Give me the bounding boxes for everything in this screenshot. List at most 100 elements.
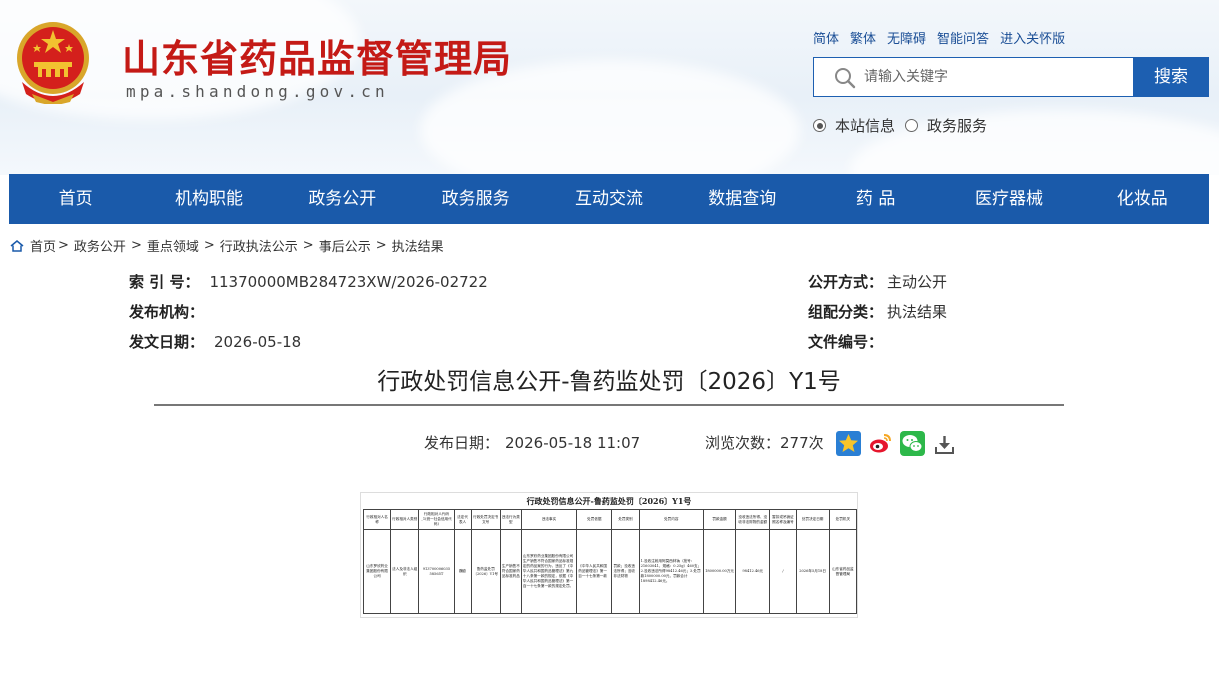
table-header-cell: 行政处罚决定书文号: [470, 509, 501, 530]
meta-public-label: 公开方式：: [808, 273, 884, 291]
nav-item-home[interactable]: 首页: [9, 174, 142, 224]
share-tools: [836, 431, 957, 456]
breadcrumb: 首页 > 政务公开 > 重点领域 > 行政执法公示 > 事后公示 > 执法结果: [10, 236, 444, 255]
breadcrumb-separator: >: [203, 238, 215, 253]
table-header-row: 行政相对人名称 行政相对人类别 行政相对人代码_1(统一社会信用代码) 法定代表…: [362, 509, 858, 530]
meta-date-value: 2026-05-18: [214, 333, 302, 351]
meta-publisher-label: 发布机构：: [129, 303, 205, 321]
table-cell: 鲁药监处罚〔2026〕Y1号: [470, 529, 501, 614]
breadcrumb-separator: >: [130, 238, 142, 253]
publish-date-label: 发布日期：: [424, 434, 500, 452]
radio-unchecked-icon: [905, 119, 919, 132]
nav-item-drugs[interactable]: 药 品: [809, 174, 942, 224]
radio-label: 本站信息: [835, 117, 896, 135]
publish-date-value: 2026-05-18 11:07: [505, 434, 641, 452]
meta-public-value: 主动公开: [887, 273, 948, 291]
radio-gov-service[interactable]: 政务服务: [905, 115, 987, 136]
radio-checked-icon: [813, 119, 826, 132]
table-header-cell: 处罚机关: [828, 509, 858, 530]
site-domain: mpa.shandong.gov.cn: [126, 82, 389, 101]
search-box: [813, 57, 1133, 97]
meta-publisher: 发布机构：: [129, 301, 214, 322]
table-cell: 2026年5月18日: [795, 529, 830, 614]
site-header: 山东省药品监督管理局 mpa.shandong.gov.cn 简体 繁体 无障碍…: [0, 0, 1219, 175]
document-title: 行政处罚信息公开-鲁药监处罚〔2026〕Y1号: [526, 496, 692, 506]
meta-date-label: 发文日期：: [129, 333, 205, 351]
meta-index-label: 索 引 号：: [129, 273, 200, 291]
meta-category: 组配分类： 执法结果: [808, 301, 947, 322]
table-cell: 913700006035 58565T: [418, 529, 455, 614]
meta-docno-label: 文件编号：: [808, 333, 884, 351]
wechat-icon[interactable]: [900, 431, 925, 456]
table-header-cell: 违法行为类型: [499, 509, 522, 530]
search-button[interactable]: 搜索: [1133, 57, 1209, 97]
breadcrumb-separator: >: [375, 238, 387, 253]
penalty-document-image: 行政处罚信息公开-鲁药监处罚〔2026〕Y1号 行政相对人名称 行政相对人类别 …: [360, 492, 858, 618]
nav-item-medical-devices[interactable]: 医疗器械: [942, 174, 1075, 224]
view-count-label: 浏览次数：: [705, 434, 781, 452]
breadcrumb-home[interactable]: 首页: [30, 236, 56, 255]
table-header-cell: 处罚决定日期: [795, 509, 830, 530]
table-row: 山东罗欣药业集团股份有限公司 法人及非法人组织 913700006035 585…: [362, 529, 858, 614]
radio-label: 政务服务: [927, 117, 988, 135]
radio-site-info[interactable]: 本站信息: [813, 115, 895, 136]
table-cell: 魏欧: [453, 529, 472, 614]
table-cell: 《中华人民共和国药品管理法》第一百一十七条第一款: [576, 529, 613, 614]
breadcrumb-post-publicity[interactable]: 事后公示: [319, 236, 371, 255]
view-count-value: 277次: [780, 434, 824, 452]
breadcrumb-key-areas[interactable]: 重点领域: [147, 236, 199, 255]
table-cell: 1.没收注射用阿莫西林钠（批号：21603041，规格：0.25g）460支；2…: [638, 529, 704, 614]
table-header-cell: 行政相对人名称: [362, 509, 392, 530]
link-accessibility[interactable]: 无障碍: [887, 28, 926, 47]
table-header-cell: 违法事实: [520, 509, 578, 530]
title-divider: [154, 404, 1064, 406]
table-header-cell: 没收违法所得、没收非法财物的金额: [735, 509, 771, 530]
table-header-cell: 处罚类别: [611, 509, 640, 530]
meta-index-value: 11370000MB284723XW/2026-02722: [209, 273, 488, 291]
breadcrumb-gov-affairs[interactable]: 政务公开: [74, 236, 126, 255]
link-smart-qa[interactable]: 智能问答: [937, 28, 989, 47]
table-header-cell: 行政相对人代码_1(统一社会信用代码): [418, 509, 455, 530]
national-emblem-logo[interactable]: [12, 20, 94, 104]
table-header-cell: 行政相对人类别: [390, 509, 420, 530]
link-simplified[interactable]: 简体: [813, 28, 839, 47]
nav-item-gov-services[interactable]: 政务服务: [409, 174, 542, 224]
meta-docno: 文件编号：: [808, 331, 887, 352]
weibo-icon[interactable]: [868, 431, 893, 456]
meta-public-mode: 公开方式： 主动公开: [808, 271, 947, 292]
table-header-cell: 处罚内容: [638, 509, 704, 530]
publish-date: 发布日期： 2026-05-18 11:07: [424, 432, 640, 453]
table-header-cell: 罚款金额: [702, 509, 737, 530]
breadcrumb-separator: >: [302, 238, 314, 253]
search-input[interactable]: [864, 58, 1124, 96]
nav-item-gov-affairs[interactable]: 政务公开: [276, 174, 409, 224]
table-cell: 山东罗欣药业集团股份有限公司: [362, 529, 392, 614]
table-header-cell: 暂扣或吊销证照名称及编号: [769, 509, 797, 530]
download-icon[interactable]: [932, 431, 957, 456]
breadcrumb-separator: >: [58, 238, 69, 253]
link-care-version[interactable]: 进入关怀版: [1000, 28, 1065, 47]
table-cell: 生产销售不符合国家药品标准药品: [499, 529, 522, 614]
breadcrumb-results[interactable]: 执法结果: [392, 236, 444, 255]
site-title: 山东省药品监督管理局: [122, 37, 513, 81]
nav-item-cosmetics[interactable]: 化妆品: [1076, 174, 1209, 224]
table-header-cell: 法定代表人: [453, 509, 472, 530]
nav-item-interaction[interactable]: 互动交流: [542, 174, 675, 224]
table-cell: 98412.46元: [735, 529, 771, 614]
main-nav: 首页 机构职能 政务公开 政务服务 互动交流 数据查询 药 品 医疗器械 化妆品: [9, 174, 1209, 224]
favorite-star-icon[interactable]: [836, 431, 861, 456]
home-icon: [10, 239, 24, 252]
top-links: 简体 繁体 无障碍 智能问答 进入关怀版: [813, 28, 1065, 47]
table-cell: 1800000.00万元: [702, 529, 737, 614]
nav-item-functions[interactable]: 机构职能: [142, 174, 275, 224]
table-cell: 山东省药品监督管理局: [828, 529, 858, 614]
search-scope-radios: 本站信息 政务服务: [813, 115, 997, 136]
penalty-table: 行政相对人名称 行政相对人类别 行政相对人代码_1(统一社会信用代码) 法定代表…: [362, 509, 858, 614]
table-cell: 法人及非法人组织: [390, 529, 420, 614]
table-cell: /: [769, 529, 797, 614]
breadcrumb-enforcement[interactable]: 行政执法公示: [220, 236, 298, 255]
nav-item-data-query[interactable]: 数据查询: [676, 174, 809, 224]
view-count: 浏览次数：277次: [705, 432, 824, 453]
search-icon: [835, 68, 856, 89]
link-traditional[interactable]: 繁体: [850, 28, 876, 47]
